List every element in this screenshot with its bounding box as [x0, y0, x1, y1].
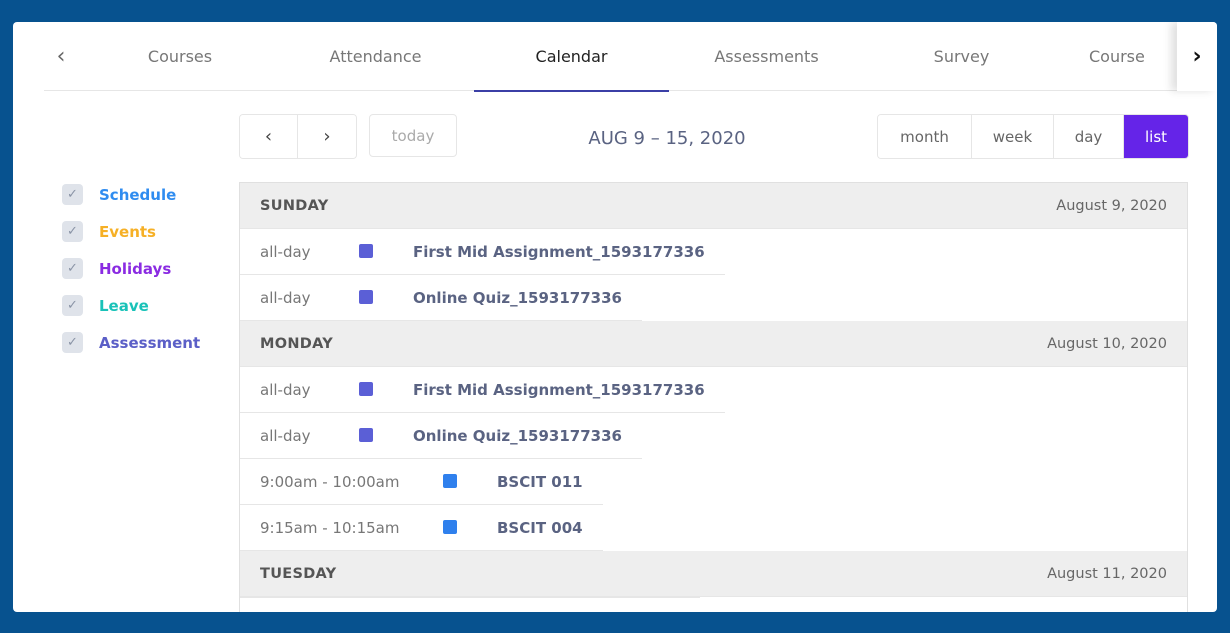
event-color-dot	[359, 244, 373, 258]
row-divider	[240, 320, 642, 321]
day-date: August 11, 2020	[1047, 565, 1167, 582]
date-nav-group: ‹ ›	[239, 114, 357, 159]
day-header: TUESDAY August 11, 2020	[240, 551, 1187, 597]
filter-label: Holidays	[99, 259, 172, 278]
event-title[interactable]: BSCIT 004	[497, 505, 583, 551]
event-row[interactable]: 9:00am - 10:00am BSCIT 011	[240, 459, 1187, 505]
event-color-dot	[359, 428, 373, 442]
checkbox-checked-icon[interactable]: ✓	[62, 221, 83, 242]
filter-label: Schedule	[99, 185, 177, 204]
date-range-title: AUG 9 – 15, 2020	[588, 128, 746, 149]
view-list-button[interactable]: list	[1124, 115, 1188, 158]
event-time: all-day	[260, 243, 311, 261]
day-date: August 9, 2020	[1056, 197, 1167, 214]
today-button[interactable]: today	[369, 114, 457, 157]
view-switcher: month week day list	[877, 114, 1189, 159]
event-title[interactable]: First Mid Assignment_1593177336	[413, 367, 705, 413]
event-row[interactable]: all-day Online Quiz_1593177336	[240, 275, 1187, 321]
filter-assessment[interactable]: ✓ Assessment	[62, 316, 200, 369]
tab-attendance[interactable]: Attendance	[282, 22, 469, 91]
day-header: MONDAY August 10, 2020	[240, 321, 1187, 367]
filter-label: Leave	[99, 296, 149, 315]
event-row-placeholder	[240, 597, 1187, 612]
view-month-button[interactable]: month	[878, 115, 972, 158]
event-row[interactable]: all-day Online Quiz_1593177336	[240, 413, 1187, 459]
filter-label: Events	[99, 222, 156, 241]
tab-scroll-right-icon[interactable]: ›	[1177, 22, 1217, 91]
day-name: TUESDAY	[260, 565, 337, 582]
event-row[interactable]: all-day First Mid Assignment_1593177336	[240, 367, 1187, 413]
tab-calendar[interactable]: Calendar	[474, 22, 669, 92]
filter-label: Assessment	[99, 333, 201, 352]
view-day-button[interactable]: day	[1054, 115, 1124, 158]
checkbox-checked-icon[interactable]: ✓	[62, 332, 83, 353]
day-date: August 10, 2020	[1047, 335, 1167, 352]
checkbox-checked-icon[interactable]: ✓	[62, 258, 83, 279]
tab-courses[interactable]: Courses	[78, 22, 282, 91]
tab-survey[interactable]: Survey	[864, 22, 1059, 91]
event-row[interactable]: all-day First Mid Assignment_1593177336	[240, 229, 1187, 275]
prev-week-button[interactable]: ‹	[240, 115, 298, 158]
day-name: SUNDAY	[260, 197, 329, 214]
event-title[interactable]: BSCIT 011	[497, 459, 583, 505]
chevron-left-icon: ‹	[264, 126, 273, 147]
event-color-dot	[443, 474, 457, 488]
event-row[interactable]: 9:15am - 10:15am BSCIT 004	[240, 505, 1187, 551]
event-time: 9:15am - 10:15am	[260, 519, 400, 537]
row-divider	[240, 550, 603, 551]
event-title[interactable]: Online Quiz_1593177336	[413, 413, 622, 459]
event-color-dot	[359, 290, 373, 304]
chevron-right-icon: ›	[323, 126, 331, 147]
event-time: all-day	[260, 381, 311, 399]
calendar-card: ‹ Courses Attendance Calendar Assessment…	[13, 22, 1217, 612]
event-time: all-day	[260, 427, 311, 445]
checkbox-checked-icon[interactable]: ✓	[62, 184, 83, 205]
day-name: MONDAY	[260, 335, 334, 352]
tab-course-truncated[interactable]: Course	[1089, 22, 1149, 91]
event-list: SUNDAY August 9, 2020 all-day First Mid Ass…	[239, 182, 1188, 612]
event-time: 9:00am - 10:00am	[260, 473, 400, 491]
event-color-dot	[443, 520, 457, 534]
day-header: SUNDAY August 9, 2020	[240, 183, 1187, 229]
tab-scroll-left-icon[interactable]: ‹	[44, 22, 78, 91]
checkbox-checked-icon[interactable]: ✓	[62, 295, 83, 316]
tab-assessments[interactable]: Assessments	[669, 22, 864, 91]
view-week-button[interactable]: week	[972, 115, 1054, 158]
event-color-dot	[359, 382, 373, 396]
tab-bar: ‹ Courses Attendance Calendar Assessment…	[44, 22, 1217, 92]
row-divider	[240, 597, 700, 598]
calendar-filters: ✓ Schedule ✓ Events ✓ Holidays ✓ Leave ✓ Assessme…	[62, 168, 200, 369]
event-time: all-day	[260, 289, 311, 307]
event-title[interactable]: First Mid Assignment_1593177336	[413, 229, 705, 275]
event-title[interactable]: Online Quiz_1593177336	[413, 275, 622, 321]
next-week-button[interactable]: ›	[298, 115, 356, 158]
